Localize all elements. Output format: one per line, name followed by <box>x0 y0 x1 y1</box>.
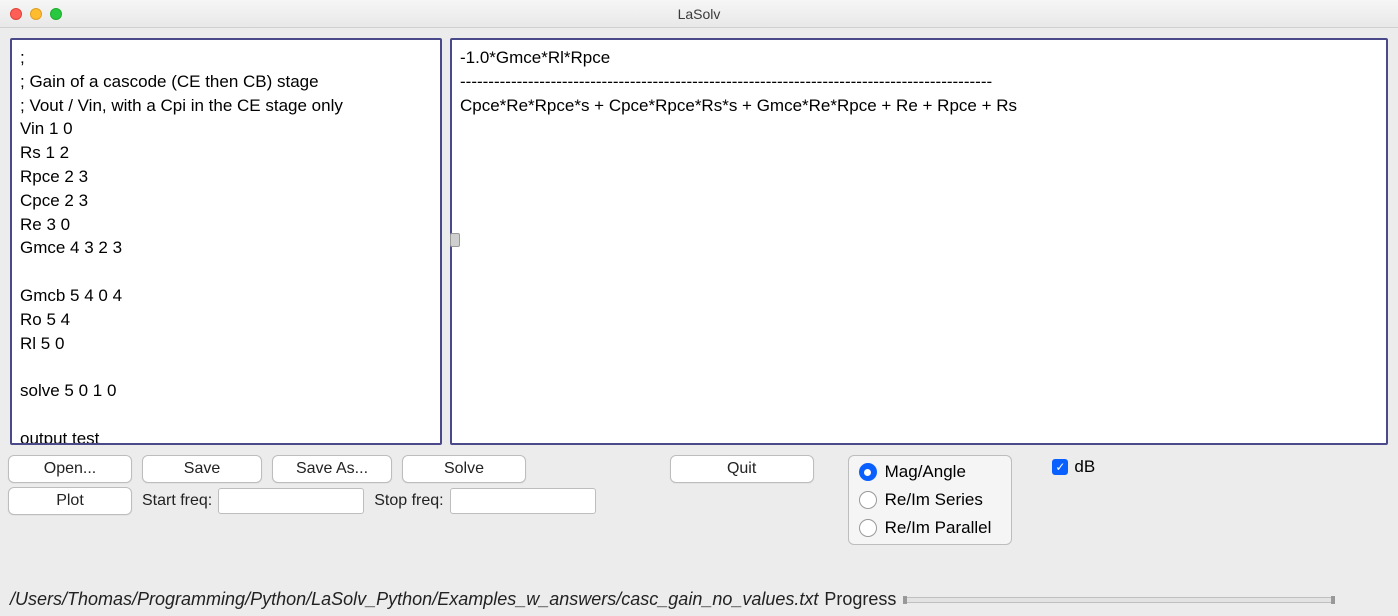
main-area: ; ; Gain of a cascode (CE then CB) stage… <box>0 28 1398 451</box>
radio-mag-angle[interactable]: Mag/Angle <box>859 462 992 482</box>
checkbox-label: dB <box>1074 457 1095 477</box>
window-title: LaSolv <box>678 6 721 22</box>
status-bar: /Users/Thomas/Programming/Python/LaSolv_… <box>0 585 1398 616</box>
zoom-window-icon[interactable] <box>50 8 62 20</box>
quit-button[interactable]: Quit <box>670 455 814 483</box>
progress-label: Progress <box>824 589 896 610</box>
radio-unselected-icon <box>859 519 877 537</box>
window-controls <box>10 8 62 20</box>
db-checkbox[interactable]: ✓ dB <box>1052 457 1095 477</box>
close-window-icon[interactable] <box>10 8 22 20</box>
radio-label: Mag/Angle <box>885 462 966 482</box>
progress-bar <box>904 597 1334 603</box>
minimize-window-icon[interactable] <box>30 8 42 20</box>
radio-label: Re/Im Series <box>885 490 983 510</box>
output-view: -1.0*Gmce*Rl*Rpce ----------------------… <box>450 38 1388 445</box>
start-freq-input[interactable] <box>218 488 364 514</box>
radio-unselected-icon <box>859 491 877 509</box>
plot-button[interactable]: Plot <box>8 487 132 515</box>
radio-reim-series[interactable]: Re/Im Series <box>859 490 992 510</box>
stop-freq-label: Stop freq: <box>374 492 443 510</box>
title-bar: LaSolv <box>0 0 1398 28</box>
status-file-path: /Users/Thomas/Programming/Python/LaSolv_… <box>10 589 818 610</box>
radio-label: Re/Im Parallel <box>885 518 992 538</box>
radio-selected-icon <box>859 463 877 481</box>
plot-mode-group: Mag/Angle Re/Im Series Re/Im Parallel <box>848 455 1013 545</box>
checkbox-checked-icon: ✓ <box>1052 459 1068 475</box>
splitter-handle[interactable] <box>450 233 460 247</box>
save-as-button[interactable]: Save As... <box>272 455 392 483</box>
controls: Open... Plot Save Save As... Solve Start… <box>0 451 1398 545</box>
input-editor[interactable]: ; ; Gain of a cascode (CE then CB) stage… <box>10 38 442 445</box>
start-freq-label: Start freq: <box>142 492 212 510</box>
radio-reim-parallel[interactable]: Re/Im Parallel <box>859 518 992 538</box>
stop-freq-input[interactable] <box>450 488 596 514</box>
solve-button[interactable]: Solve <box>402 455 526 483</box>
save-button[interactable]: Save <box>142 455 262 483</box>
open-button[interactable]: Open... <box>8 455 132 483</box>
